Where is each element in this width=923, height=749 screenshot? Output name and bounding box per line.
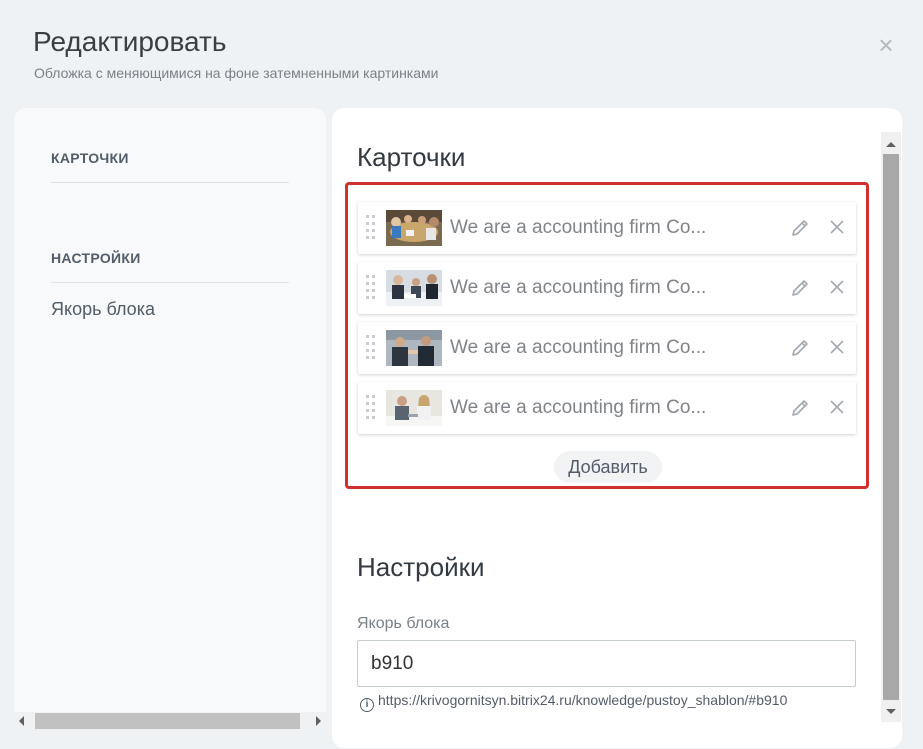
- pencil-icon[interactable]: [790, 218, 810, 238]
- main-panel: Карточки We are a accounting firm Co... …: [332, 108, 902, 748]
- card-title: We are a accounting firm Co...: [450, 217, 707, 238]
- card-title: We are a accounting firm Co...: [450, 337, 707, 358]
- scroll-down-icon[interactable]: [886, 709, 896, 714]
- sidebar-item-anchor[interactable]: Якорь блока: [51, 299, 155, 320]
- anchor-input[interactable]: [357, 640, 856, 687]
- card-thumbnail: [386, 330, 442, 366]
- divider: [51, 182, 289, 183]
- scroll-left-icon[interactable]: [19, 716, 24, 726]
- drag-handle-icon[interactable]: [366, 215, 376, 239]
- drag-handle-icon[interactable]: [366, 275, 376, 299]
- card-thumbnail: [386, 210, 442, 246]
- card-item[interactable]: We are a accounting firm Co...: [358, 322, 856, 374]
- anchor-field-label: Якорь блока: [357, 615, 450, 632]
- horizontal-scrollbar[interactable]: [14, 712, 326, 730]
- vertical-scrollbar[interactable]: [881, 132, 901, 722]
- pencil-icon[interactable]: [790, 398, 810, 418]
- close-icon[interactable]: [828, 218, 846, 236]
- scrollbar-thumb[interactable]: [883, 154, 899, 700]
- pencil-icon[interactable]: [790, 338, 810, 358]
- card-item[interactable]: We are a accounting firm Co...: [358, 382, 856, 434]
- sidebar-heading-settings[interactable]: НАСТРОЙКИ: [51, 250, 141, 266]
- pencil-icon[interactable]: [790, 278, 810, 298]
- card-thumbnail: [386, 270, 442, 306]
- sidebar: КАРТОЧКИ НАСТРОЙКИ Якорь блока: [14, 108, 326, 730]
- settings-section-title: Настройки: [357, 552, 485, 582]
- cards-section-title: Карточки: [357, 142, 466, 172]
- drag-handle-icon[interactable]: [366, 335, 376, 359]
- scroll-right-icon[interactable]: [316, 716, 321, 726]
- close-icon[interactable]: [828, 338, 846, 356]
- card-thumbnail: [386, 390, 442, 426]
- card-title: We are a accounting firm Co...: [450, 277, 707, 298]
- anchor-hint: i https://krivogornitsyn.bitrix24.ru/know…: [360, 692, 787, 712]
- anchor-hint-text[interactable]: https://krivogornitsyn.bitrix24.ru/knowl…: [378, 692, 787, 708]
- card-item[interactable]: We are a accounting firm Co...: [358, 262, 856, 314]
- scrollbar-thumb[interactable]: [35, 713, 300, 729]
- scroll-up-icon[interactable]: [886, 142, 896, 147]
- page-title: Редактировать: [33, 26, 227, 57]
- card-title: We are a accounting firm Co...: [450, 397, 707, 418]
- cards-list: We are a accounting firm Co... We are a …: [345, 182, 869, 489]
- info-icon: i: [360, 698, 374, 712]
- sidebar-heading-cards[interactable]: КАРТОЧКИ: [51, 150, 129, 166]
- divider: [51, 282, 289, 283]
- add-card-button[interactable]: Добавить: [554, 451, 662, 483]
- close-icon[interactable]: [828, 398, 846, 416]
- card-item[interactable]: We are a accounting firm Co...: [358, 202, 856, 254]
- drag-handle-icon[interactable]: [366, 395, 376, 419]
- close-icon[interactable]: ×: [875, 32, 897, 58]
- page-subtitle: Обложка с меняющимися на фоне затемненны…: [34, 65, 439, 81]
- close-icon[interactable]: [828, 278, 846, 296]
